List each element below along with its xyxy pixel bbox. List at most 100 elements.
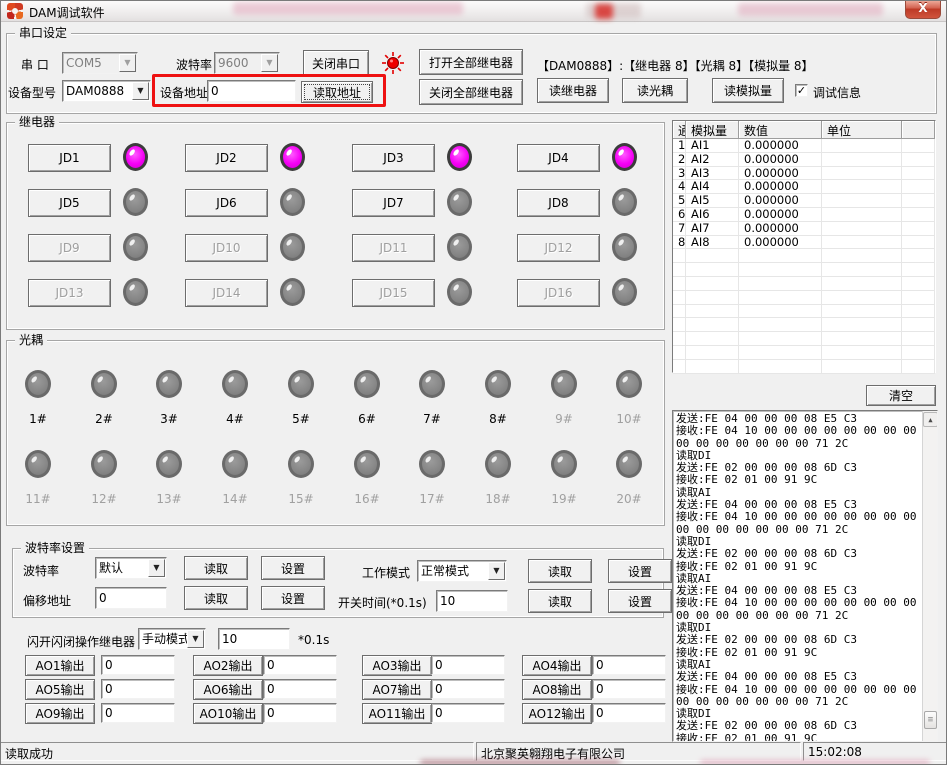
table-cell: [739, 318, 822, 332]
relay-led-14: [280, 278, 305, 306]
relay-button-jd3[interactable]: JD3: [352, 144, 435, 172]
table-cell: 0.000000: [739, 153, 822, 167]
flash-time-input[interactable]: 10: [218, 628, 290, 650]
opto-led-14: [222, 450, 248, 478]
table-cell: [822, 194, 902, 208]
relay-button-jd10[interactable]: JD10: [185, 234, 268, 262]
relay-button-jd1[interactable]: JD1: [28, 144, 111, 172]
read-analog-button[interactable]: 读模拟量: [712, 78, 784, 103]
ao-output-button-7[interactable]: AO7输出: [362, 679, 432, 700]
flash-mode-select[interactable]: 手动模式 ▼: [138, 628, 206, 650]
work-mode-read-button[interactable]: 读取: [528, 559, 592, 583]
table-row: [673, 318, 935, 332]
relay-button-jd9[interactable]: JD9: [28, 234, 111, 262]
ao-output-input-2[interactable]: 0: [263, 655, 337, 675]
relay-button-jd6[interactable]: JD6: [185, 189, 268, 217]
offset-set-button[interactable]: 设置: [261, 586, 325, 610]
switch-time-input[interactable]: 10: [436, 590, 508, 612]
ao-output-input-9[interactable]: 0: [101, 703, 175, 723]
baud-settings-title: 波特率设置: [21, 541, 89, 555]
ao-output-input-1[interactable]: 0: [101, 655, 175, 675]
analog-col-header[interactable]: 通: [673, 121, 686, 139]
ao-output-button-11[interactable]: AO11输出: [362, 703, 432, 724]
ao-output-input-8[interactable]: 0: [592, 679, 666, 699]
relay-button-jd4[interactable]: JD4: [517, 144, 600, 172]
close-serial-button[interactable]: 关闭串口: [303, 50, 369, 76]
relay-button-jd5[interactable]: JD5: [28, 189, 111, 217]
work-mode-set-button[interactable]: 设置: [608, 559, 672, 583]
table-cell: [822, 318, 902, 332]
analog-col-header[interactable]: 数值: [739, 121, 822, 139]
ao-output-button-3[interactable]: AO3输出: [362, 655, 432, 676]
relay-button-jd11[interactable]: JD11: [352, 234, 435, 262]
relay-button-jd7[interactable]: JD7: [352, 189, 435, 217]
table-row: 2AI20.000000: [673, 153, 935, 167]
ao-output-input-11[interactable]: 0: [431, 703, 505, 723]
analog-col-header[interactable]: 模拟量: [686, 121, 739, 139]
baud2-select[interactable]: 默认 ▼: [95, 557, 167, 579]
device-addr-input[interactable]: 0: [207, 80, 296, 102]
ao-output-button-9[interactable]: AO9输出: [25, 703, 95, 724]
table-cell: 0.000000: [739, 139, 822, 153]
relay-button-jd14[interactable]: JD14: [185, 279, 268, 307]
ao-output-button-4[interactable]: AO4输出: [522, 655, 592, 676]
comm-log[interactable]: 发送:FE 04 00 00 00 08 E5 C3接收:FE 04 10 00…: [672, 410, 938, 742]
read-relay-button[interactable]: 读继电器: [537, 78, 609, 103]
serial-port-select[interactable]: COM5 ▼: [62, 52, 138, 74]
close-all-relays-button[interactable]: 关闭全部继电器: [419, 79, 523, 105]
relay-button-jd12[interactable]: JD12: [517, 234, 600, 262]
table-cell: [822, 332, 902, 346]
read-addr-button[interactable]: 读取地址: [301, 81, 373, 103]
ao-output-button-10[interactable]: AO10输出: [193, 703, 263, 724]
switch-time-set-button[interactable]: 设置: [608, 589, 672, 613]
ao-output-button-12[interactable]: AO12输出: [522, 703, 592, 724]
debug-info-checkbox[interactable]: ✓: [795, 84, 808, 97]
scrollbar-thumb[interactable]: ≡: [924, 711, 937, 729]
offset-read-button[interactable]: 读取: [184, 586, 248, 610]
ao-output-input-12[interactable]: 0: [592, 703, 666, 723]
close-button[interactable]: X: [905, 0, 941, 19]
ao-output-input-6[interactable]: 0: [263, 679, 337, 699]
ao-output-input-7[interactable]: 0: [431, 679, 505, 699]
device-model-label: 设备型号: [8, 84, 56, 101]
read-opto-button[interactable]: 读光耦: [622, 78, 688, 103]
analog-col-header[interactable]: [902, 121, 935, 139]
table-row: 8AI80.000000: [673, 236, 935, 250]
ao-output-button-8[interactable]: AO8输出: [522, 679, 592, 700]
window-title: DAM调试软件: [29, 4, 105, 21]
status-time: 15:02:08: [803, 742, 947, 761]
relay-button-jd2[interactable]: JD2: [185, 144, 268, 172]
baud-read-button[interactable]: 读取: [184, 556, 248, 580]
work-mode-select[interactable]: 正常模式 ▼: [417, 560, 507, 582]
ao-output-button-5[interactable]: AO5输出: [25, 679, 95, 700]
opto-led-16: [354, 450, 380, 478]
open-all-relays-button[interactable]: 打开全部继电器: [419, 49, 523, 75]
table-row: [673, 346, 935, 360]
relay-button-jd13[interactable]: JD13: [28, 279, 111, 307]
device-model-select[interactable]: DAM0888 ▼: [62, 80, 151, 102]
analog-col-header[interactable]: 单位: [822, 121, 902, 139]
ao-output-button-1[interactable]: AO1输出: [25, 655, 95, 676]
ao-output-button-6[interactable]: AO6输出: [193, 679, 263, 700]
opto-label-14: 14#: [215, 492, 255, 506]
baud-select[interactable]: 9600 ▼: [214, 52, 280, 74]
clear-log-button[interactable]: 清空: [866, 385, 936, 406]
ao-output-button-2[interactable]: AO2输出: [193, 655, 263, 676]
opto-led-2: [91, 370, 117, 398]
ao-output-input-5[interactable]: 0: [101, 679, 175, 699]
relay-button-jd8[interactable]: JD8: [517, 189, 600, 217]
switch-time-read-button[interactable]: 读取: [528, 589, 592, 613]
ao-output-input-4[interactable]: 0: [592, 655, 666, 675]
relay-button-jd15[interactable]: JD15: [352, 279, 435, 307]
offset-addr-input[interactable]: 0: [95, 587, 167, 609]
opto-label-10: 10#: [609, 412, 649, 426]
table-cell: [902, 180, 935, 194]
relay-button-jd16[interactable]: JD16: [517, 279, 600, 307]
table-cell: AI6: [686, 208, 739, 222]
ao-output-input-10[interactable]: 0: [263, 703, 337, 723]
ao-output-input-3[interactable]: 0: [431, 655, 505, 675]
log-scrollbar[interactable]: ▲ ≡: [922, 411, 937, 741]
table-cell: 0.000000: [739, 236, 822, 250]
baud-set-button[interactable]: 设置: [261, 556, 325, 580]
scroll-up-icon[interactable]: ▲: [923, 412, 938, 427]
